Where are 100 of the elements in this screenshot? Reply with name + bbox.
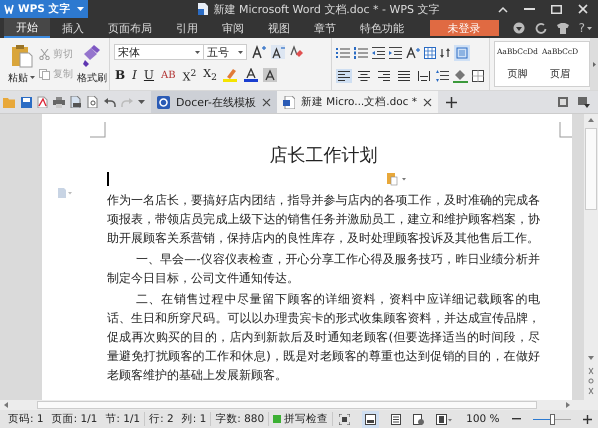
borders-icon[interactable] [472, 70, 484, 82]
collapse-icon[interactable] [498, 6, 508, 12]
align-button[interactable] [396, 69, 412, 83]
scroll-down-icon[interactable] [588, 356, 594, 360]
help-button[interactable]: ? [578, 21, 592, 35]
menu-tab[interactable]: 插入 [50, 18, 96, 38]
paragraph: 二、在销售过程中尽量留下顾客的详细资料，资料中应详细记载顾客的电话、生日和所穿尺码。可以以办理贵宾卡的形式收集顾客资料，并达成宣传品牌，促成再次购买的目的，店内到新款后及时通知老顾客(但要选择适当的时间段，尽量避免打扰顾客的工作和休息)，既是对老顾客的尊重也达到促销的目的，在做好老顾客维护的基础上发展新顾客。 [107, 291, 540, 384]
paragraph: 作为一名店长，要搞好店内团结，指导并参与店内的各项工作，及时准确的完成各项报表，带领店员完成上级下达的销售任务并激励员工，建立和维护顾客档案，协助开展顾客关系营销，保持店内的良性库存，及时处理顾客投诉及其他售后工作。 [107, 192, 540, 247]
decrease-indent-icon[interactable] [372, 47, 385, 59]
maximize-icon[interactable] [551, 4, 562, 14]
refresh-icon[interactable] [534, 22, 547, 34]
menu-tab[interactable]: 特色功能 [348, 18, 416, 38]
pdf-icon[interactable] [37, 96, 48, 108]
menu-tab[interactable]: 审阅 [210, 18, 256, 38]
scroll-left-icon[interactable] [4, 402, 8, 408]
format-painter-button[interactable]: 格式刷 [77, 44, 107, 84]
font-style-button[interactable]: X$^{2}$ [182, 68, 198, 84]
doc-side-icon [58, 188, 72, 198]
font-style-button[interactable]: B [114, 68, 126, 82]
clear-format-icon[interactable] [290, 45, 304, 60]
shading-icon[interactable] [262, 68, 277, 82]
increase-indent-icon[interactable] [389, 47, 402, 59]
zoom-percent[interactable]: 100 % [466, 413, 500, 425]
tab-list-icon[interactable] [578, 96, 590, 108]
copy-icon [39, 68, 50, 80]
scroll-right-icon[interactable] [566, 402, 570, 408]
paragraph: 一、早会—-仪容仪表检查，开心分享工作心得及服务技巧，昨日业绩分析并制定今日目标，公司文件通知传达。 [107, 251, 540, 287]
menu-tab[interactable]: 引用 [164, 18, 210, 38]
page-view-button[interactable] [362, 410, 380, 428]
logo-icon [4, 4, 14, 14]
spell-check-button[interactable]: 拼写检查 [269, 412, 334, 426]
align-icon [378, 71, 390, 81]
align-icon [358, 71, 370, 81]
menu-tab[interactable]: 视图 [256, 18, 302, 38]
page-view-icon [365, 414, 376, 424]
paste-button[interactable]: 粘贴 [8, 44, 35, 84]
print-icon[interactable] [53, 96, 65, 108]
document-tab[interactable]: 新建 Micro...文档.doc * [276, 91, 438, 113]
page-navigation-icon[interactable] [588, 366, 594, 396]
align-button[interactable] [376, 69, 392, 83]
window-icon[interactable] [558, 97, 568, 107]
menu-tab[interactable]: 开始 [4, 18, 50, 38]
font-style-button[interactable]: I [131, 68, 138, 82]
scissors-icon [39, 48, 50, 60]
close-icon[interactable] [262, 98, 271, 106]
frame-icon[interactable] [454, 45, 470, 61]
menu-tab[interactable]: 章节 [302, 18, 348, 38]
dropdown-icon[interactable] [138, 100, 145, 104]
caret-icon [195, 50, 200, 54]
caret-icon [30, 76, 35, 79]
web-view-icon[interactable] [413, 414, 424, 424]
zoom-in-icon[interactable] [583, 414, 592, 424]
shirt-icon[interactable] [556, 22, 569, 34]
status-text: 页面: 1/1 [52, 412, 98, 426]
save-icon[interactable] [21, 96, 32, 108]
align-button[interactable] [356, 69, 372, 83]
margin-mark [90, 122, 106, 138]
font-style-button[interactable]: U [142, 68, 156, 82]
font-style-button[interactable]: AB [160, 70, 177, 81]
scrollbar-thumb[interactable] [37, 401, 537, 409]
print-preview-icon[interactable] [70, 96, 82, 108]
bullet-list-icon[interactable] [336, 47, 350, 59]
shrink-font-icon[interactable] [271, 45, 285, 60]
align-button[interactable] [336, 69, 352, 83]
undo-icon[interactable] [104, 98, 116, 106]
font-select[interactable]: 宋体 [114, 44, 204, 60]
close-icon[interactable] [423, 98, 432, 106]
new-tab-icon[interactable] [446, 96, 458, 108]
document-tab[interactable]: Docer-在线模板 [151, 91, 277, 113]
scrollbar-thumb[interactable] [585, 128, 597, 210]
font-style-button[interactable]: X$_{2}$ [202, 67, 218, 84]
table-icon[interactable] [424, 47, 436, 59]
grow-font-icon[interactable] [252, 45, 266, 60]
font-size-select[interactable]: 五号 [203, 44, 247, 60]
scroll-up-icon[interactable] [588, 118, 594, 122]
paragraph-spacing-icon[interactable] [436, 70, 449, 82]
font-color-icon[interactable] [244, 68, 258, 82]
align-button[interactable] [416, 69, 432, 83]
paint-bucket-icon[interactable] [453, 69, 468, 83]
slider-thumb[interactable] [550, 414, 555, 424]
clipboard-icon [10, 44, 32, 68]
sort-icon[interactable] [440, 47, 450, 59]
line-spacing-icon[interactable] [406, 47, 420, 59]
highlight-icon[interactable] [222, 68, 239, 82]
menu-tab[interactable]: 页面布局 [96, 18, 164, 38]
numbered-list-icon[interactable] [354, 47, 368, 59]
zoom-slider[interactable] [532, 414, 571, 424]
status-text: 列: 1 [182, 412, 206, 426]
outline-view-icon[interactable] [391, 414, 402, 424]
app-menu-button[interactable]: WPS 文字 [0, 0, 88, 18]
fullscreen-icon[interactable] [339, 414, 350, 424]
text-cursor [107, 172, 109, 186]
download-icon[interactable] [512, 22, 525, 34]
document-icon [282, 96, 295, 108]
document-title: 店长工作计划 [268, 144, 378, 167]
paste-options-icon[interactable] [387, 172, 407, 186]
reading-view-icon[interactable] [436, 414, 452, 424]
align-icon [418, 71, 430, 81]
align-icon [338, 71, 350, 81]
preview-icon[interactable] [87, 96, 99, 108]
